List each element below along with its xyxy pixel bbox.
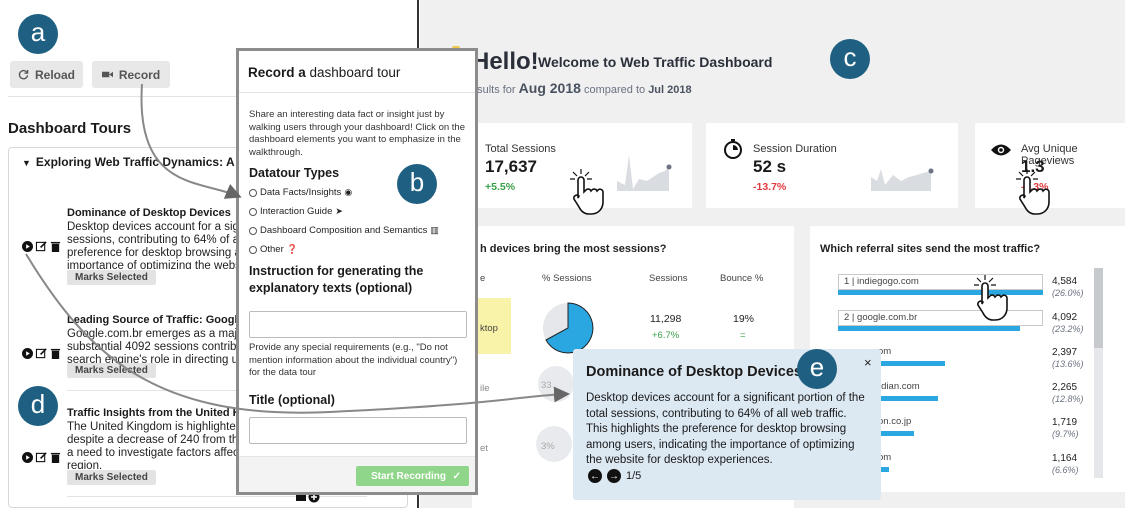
- label-e: e: [797, 349, 837, 389]
- arrow-step-to-popup: [25, 253, 570, 414]
- label-a: a: [18, 14, 58, 54]
- label-d: d: [18, 386, 58, 426]
- label-b: b: [397, 164, 437, 204]
- annotation-arrows: [25, 83, 570, 414]
- arrow-record-to-modal: [140, 83, 242, 199]
- hand-pointer-icon: [570, 169, 604, 215]
- hand-pointer-icon: [1016, 169, 1050, 215]
- hand-pointer-icon: [974, 275, 1008, 321]
- label-c: c: [830, 39, 870, 79]
